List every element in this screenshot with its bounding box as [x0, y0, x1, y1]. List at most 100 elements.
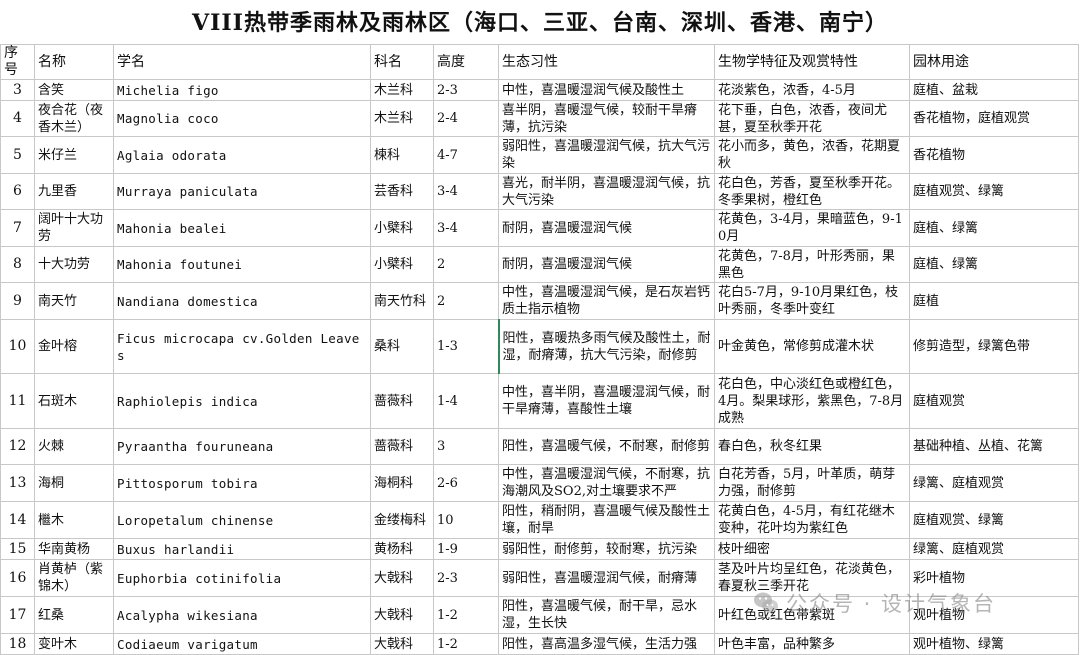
cell-sci[interactable]: Mahonia bealei [113, 209, 371, 247]
cell-no[interactable]: 11 [0, 373, 35, 429]
cell-height[interactable]: 1-9 [433, 538, 499, 560]
header-height[interactable]: 高度 [433, 44, 499, 80]
header-use[interactable]: 园林用途 [909, 44, 1079, 80]
cell-ecology[interactable]: 耐阴，喜温暖湿润气候 [498, 209, 715, 247]
cell-features[interactable]: 花小而多，黄色，浓香，花期夏秋 [714, 136, 910, 174]
cell-no[interactable]: 14 [0, 501, 35, 539]
cell-name[interactable]: 火棘 [34, 428, 114, 465]
cell-height[interactable]: 2-6 [433, 464, 499, 502]
cell-use[interactable]: 庭植观赏、绿篱 [909, 173, 1079, 210]
cell-sci[interactable]: Euphorbia cotinifolia [113, 559, 371, 597]
cell-name[interactable]: 石斑木 [34, 373, 114, 429]
cell-use[interactable]: 庭植、盆栽 [909, 79, 1079, 101]
cell-ecology[interactable]: 中性，喜半阴，喜温暖湿润气候，耐干旱瘠薄，喜酸性土壤 [498, 373, 715, 429]
cell-height[interactable]: 2-3 [433, 79, 499, 101]
cell-ecology[interactable]: 阳性，喜温暖气候，不耐寒，耐修剪 [498, 428, 715, 465]
cell-family[interactable]: 金缕梅科 [370, 501, 434, 539]
cell-height[interactable]: 1-4 [433, 373, 499, 429]
cell-features[interactable]: 春白色，秋冬红果 [714, 428, 910, 465]
cell-sci[interactable]: Mahonia foutunei [113, 246, 371, 283]
cell-family[interactable]: 木兰科 [370, 79, 434, 101]
cell-use[interactable]: 绿篱、庭植观赏 [909, 538, 1079, 560]
cell-use[interactable]: 庭植、绿篱 [909, 209, 1079, 247]
cell-no[interactable]: 3 [0, 79, 35, 101]
cell-family[interactable]: 桑科 [370, 319, 434, 374]
cell-height[interactable]: 2-4 [433, 100, 499, 137]
cell-height[interactable]: 10 [433, 501, 499, 539]
cell-features[interactable]: 花黄色，7-8月，叶形秀丽，果黑色 [714, 246, 910, 283]
cell-ecology[interactable]: 弱阳性，耐修剪，较耐寒，抗污染 [498, 538, 715, 560]
cell-family[interactable]: 蔷薇科 [370, 428, 434, 465]
cell-ecology[interactable]: 弱阳性，喜温暖湿润气候，抗大气污染 [498, 136, 715, 174]
cell-no[interactable]: 7 [0, 209, 35, 247]
cell-sci[interactable]: Buxus harlandii [113, 538, 371, 560]
cell-height[interactable]: 4-7 [433, 136, 499, 174]
cell-height[interactable]: 3-4 [433, 209, 499, 247]
cell-no[interactable]: 10 [0, 319, 35, 374]
cell-family[interactable]: 小檗科 [370, 209, 434, 247]
cell-use[interactable]: 庭植观赏 [909, 373, 1079, 429]
cell-features[interactable]: 花黄色，3-4月，果暗蓝色，9-10月 [714, 209, 910, 247]
cell-no[interactable]: 16 [0, 559, 35, 597]
cell-features[interactable]: 叶金黄色，常修剪成灌木状 [714, 319, 910, 374]
cell-family[interactable]: 芸香科 [370, 173, 434, 210]
cell-ecology[interactable]: 中性，喜温暖湿润气候，不耐寒，抗海潮风及SO2,对土壤要求不严 [498, 464, 715, 502]
cell-no[interactable]: 8 [0, 246, 35, 283]
cell-ecology[interactable]: 喜光，耐半阴，喜温暖湿润气候，抗大气污染 [498, 173, 715, 210]
cell-sci[interactable]: Magnolia coco [113, 100, 371, 137]
cell-name[interactable]: 十大功劳 [34, 246, 114, 283]
cell-name[interactable]: 海桐 [34, 464, 114, 502]
cell-use[interactable]: 香花植物 [909, 136, 1079, 174]
cell-use[interactable]: 修剪造型，绿篱色带 [909, 319, 1079, 374]
cell-no[interactable]: 6 [0, 173, 35, 210]
cell-features[interactable]: 枝叶细密 [714, 538, 910, 560]
cell-use[interactable]: 香花植物，庭植观赏 [909, 100, 1079, 137]
cell-sci[interactable]: Ficus microcapa cv.Golden Leaves [113, 319, 371, 374]
cell-family[interactable]: 黄杨科 [370, 538, 434, 560]
cell-name[interactable]: 肖黄栌（紫锦木） [34, 559, 114, 597]
cell-sci[interactable]: Aglaia odorata [113, 136, 371, 174]
header-name[interactable]: 名称 [34, 44, 114, 80]
cell-name[interactable]: 南天竹 [34, 282, 114, 320]
header-sci[interactable]: 学名 [113, 44, 371, 80]
cell-features[interactable]: 花黄白色，4-5月，有红花继木变种，花叶均为紫红色 [714, 501, 910, 539]
cell-family[interactable]: 南天竹科 [370, 282, 434, 320]
cell-name[interactable]: 阔叶十大功劳 [34, 209, 114, 247]
cell-no[interactable]: 18 [0, 633, 35, 655]
cell-features[interactable]: 花白色，中心淡红色或橙红色，4月。梨果球形，紫黑色，7-8月成熟 [714, 373, 910, 429]
cell-no[interactable]: 15 [0, 538, 35, 560]
cell-height[interactable]: 2 [433, 246, 499, 283]
cell-family[interactable]: 大戟科 [370, 559, 434, 597]
cell-sci[interactable]: Pittosporum tobira [113, 464, 371, 502]
cell-sci[interactable]: Raphiolepis indica [113, 373, 371, 429]
cell-use[interactable]: 绿篱、庭植观赏 [909, 464, 1079, 502]
cell-ecology[interactable]: 中性，喜温暖湿润气候，是石灰岩钙质土指示植物 [498, 282, 715, 320]
cell-family[interactable]: 小檗科 [370, 246, 434, 283]
cell-ecology[interactable]: 耐阴，喜温暖湿润气候 [498, 246, 715, 283]
cell-use[interactable]: 庭植观赏、绿篱 [909, 501, 1079, 539]
cell-family[interactable]: 楝科 [370, 136, 434, 174]
cell-no[interactable]: 5 [0, 136, 35, 174]
cell-ecology[interactable]: 阳性，喜温暖气候，耐干旱，忌水湿，生长快 [498, 596, 715, 634]
header-features[interactable]: 生物学特征及观赏特性 [714, 44, 910, 80]
cell-no[interactable]: 17 [0, 596, 35, 634]
cell-name[interactable]: 夜合花（夜香木兰） [34, 100, 114, 137]
cell-features[interactable]: 叶色丰富，品种繁多 [714, 633, 910, 655]
cell-no[interactable]: 4 [0, 100, 35, 137]
cell-sci[interactable]: Nandiana domestica [113, 282, 371, 320]
cell-use[interactable]: 基础种植、丛植、花篱 [909, 428, 1079, 465]
cell-use[interactable]: 观叶植物、绿篱 [909, 633, 1079, 655]
cell-height[interactable]: 2-3 [433, 559, 499, 597]
header-family[interactable]: 科名 [370, 44, 434, 80]
cell-use[interactable]: 庭植 [909, 282, 1079, 320]
cell-ecology[interactable]: 阳性，喜暖热多雨气候及酸性土，耐湿，耐瘠薄，抗大气污染，耐修剪 [497, 319, 715, 374]
cell-features[interactable]: 花淡紫色，浓香，4-5月 [714, 79, 910, 101]
cell-name[interactable]: 九里香 [34, 173, 114, 210]
cell-ecology[interactable]: 阳性，稍耐阴，喜温暖气候及酸性土壤，耐旱 [498, 501, 715, 539]
cell-features[interactable]: 白花芳香，5月，叶革质，萌芽力强，耐修剪 [714, 464, 910, 502]
cell-height[interactable]: 2 [433, 282, 499, 320]
cell-name[interactable]: 变叶木 [34, 633, 114, 655]
cell-family[interactable]: 蔷薇科 [370, 373, 434, 429]
cell-height[interactable]: 1-3 [433, 319, 499, 374]
cell-name[interactable]: 含笑 [34, 79, 114, 101]
